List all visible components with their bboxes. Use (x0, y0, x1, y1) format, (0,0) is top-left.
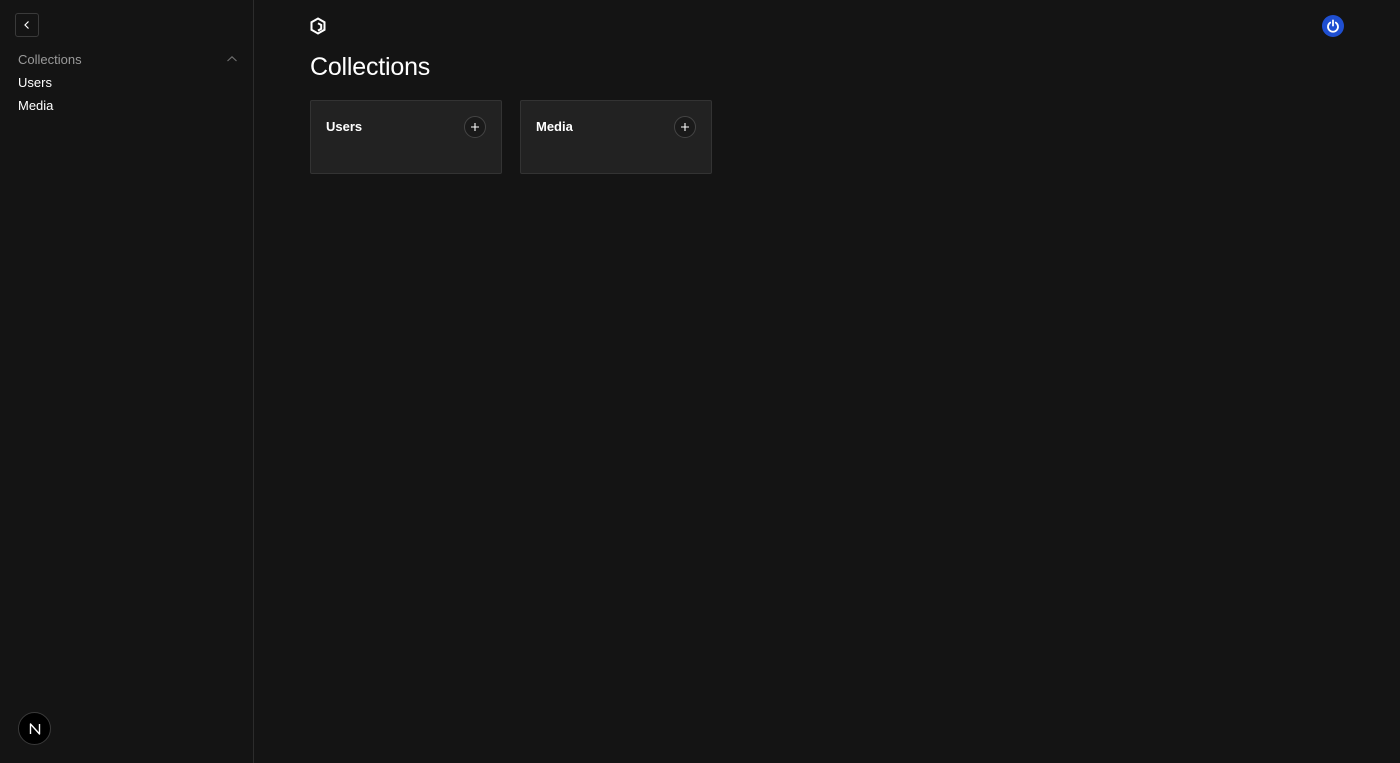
plus-icon (681, 123, 689, 131)
account-button[interactable] (1322, 15, 1344, 37)
power-icon (1327, 19, 1339, 33)
nextjs-logo-icon (29, 722, 40, 735)
page-title: Collections (310, 53, 431, 81)
collection-card-users[interactable]: Users (310, 100, 502, 174)
nextjs-dev-badge[interactable] (18, 712, 51, 745)
sidebar-item-users[interactable]: Users (18, 75, 52, 90)
card-title: Users (326, 119, 363, 134)
add-media-button[interactable] (674, 116, 696, 138)
sidebar: Collections Users Media (0, 0, 254, 763)
chevron-up-icon (227, 56, 237, 62)
logo-mark (310, 17, 326, 35)
chevron-left-icon (24, 21, 29, 29)
collection-card-media[interactable]: Media (520, 100, 712, 174)
payload-logo-icon[interactable] (309, 17, 327, 35)
card-title: Media (536, 119, 573, 134)
nav-group-label: Collections (18, 51, 82, 67)
plus-icon (471, 123, 479, 131)
app-root: Collections Users Media Collections User… (0, 0, 1400, 763)
add-users-button[interactable] (464, 116, 486, 138)
sidebar-item-media[interactable]: Media (18, 98, 53, 113)
nav-group-collections[interactable]: Collections (18, 50, 238, 68)
collapse-sidebar-button[interactable] (15, 13, 39, 37)
